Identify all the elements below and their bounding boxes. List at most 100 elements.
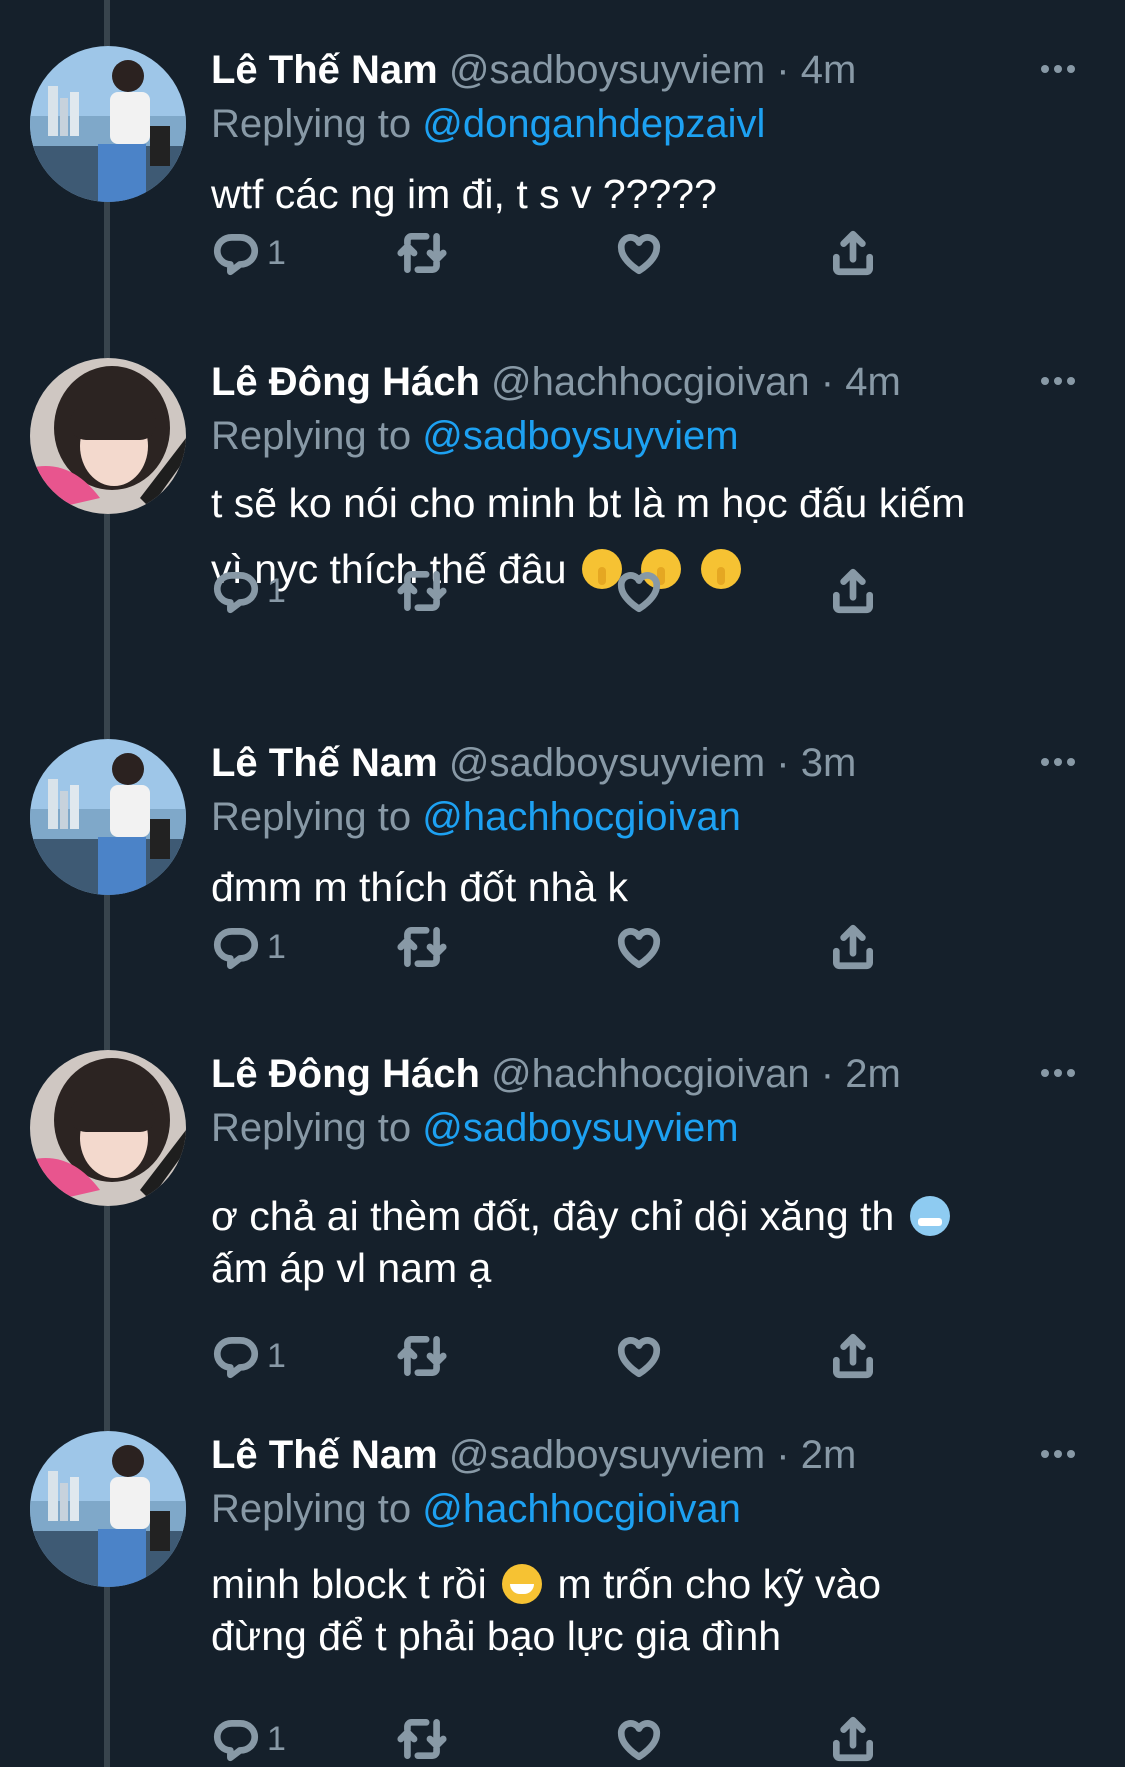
more-options-icon[interactable] bbox=[1041, 1064, 1085, 1084]
more-options-icon[interactable] bbox=[1041, 60, 1085, 80]
separator-dot: · bbox=[820, 1052, 835, 1096]
tweet-text-line: ấm áp vl nam ạ bbox=[211, 1245, 492, 1291]
mention-link[interactable]: @donganhdepzaivl bbox=[422, 102, 765, 146]
retweet-button[interactable] bbox=[397, 563, 447, 619]
share-icon bbox=[828, 1714, 878, 1764]
user-handle[interactable]: @hachhocgioivan bbox=[491, 360, 810, 404]
retweet-icon bbox=[397, 922, 447, 972]
share-icon bbox=[828, 566, 878, 616]
tweet[interactable]: Lê Thế Nam @sadboysuyviem · 4m Replying … bbox=[0, 46, 1125, 336]
reply-count: 1 bbox=[267, 1719, 286, 1758]
user-handle[interactable]: @sadboysuyviem bbox=[449, 48, 765, 92]
tweet-text: ơ chả ai thèm đốt, đây chỉ dội xăng th ấ… bbox=[211, 1188, 1051, 1296]
share-button[interactable] bbox=[828, 919, 878, 975]
mention-link[interactable]: @hachhocgioivan bbox=[422, 795, 741, 839]
tweet-text-line: t sẽ ko nói cho minh bt là m học đấu kiế… bbox=[211, 480, 966, 526]
tweet-text-line: đmm m thích đốt nhà k bbox=[211, 864, 629, 910]
reply-icon bbox=[211, 566, 261, 616]
timestamp[interactable]: 2m bbox=[845, 1052, 901, 1096]
retweet-icon bbox=[397, 1714, 447, 1764]
retweet-button[interactable] bbox=[397, 225, 447, 281]
retweet-icon bbox=[397, 1331, 447, 1381]
avatar[interactable] bbox=[30, 1050, 186, 1206]
heart-icon bbox=[614, 228, 664, 278]
replying-to: Replying to @hachhocgioivan bbox=[211, 1485, 741, 1533]
separator-dot: · bbox=[776, 741, 790, 785]
avatar[interactable] bbox=[30, 739, 186, 895]
tweet-actions: 1 bbox=[211, 225, 861, 281]
like-button[interactable] bbox=[614, 1328, 664, 1384]
heart-icon bbox=[614, 1331, 664, 1381]
like-button[interactable] bbox=[614, 563, 664, 619]
share-button[interactable] bbox=[828, 1711, 878, 1767]
user-handle[interactable]: @hachhocgioivan bbox=[491, 1052, 810, 1096]
replying-to: Replying to @hachhocgioivan bbox=[211, 793, 741, 841]
display-name[interactable]: Lê Đông Hách bbox=[211, 1052, 480, 1096]
more-options-icon[interactable] bbox=[1041, 372, 1085, 392]
tweet-text-line: ơ chả ai thèm đốt, đây chỉ dội xăng th bbox=[211, 1193, 895, 1239]
timestamp[interactable]: 3m bbox=[801, 741, 857, 785]
share-button[interactable] bbox=[828, 225, 878, 281]
tweet-text-line: wtf các ng im đi, t s v ????? bbox=[211, 171, 717, 217]
replying-label: Replying to bbox=[211, 102, 412, 146]
tweet[interactable]: Lê Thế Nam @sadboysuyviem · 2m Replying … bbox=[0, 1431, 1125, 1767]
heart-icon bbox=[614, 922, 664, 972]
tweet-actions: 1 bbox=[211, 1711, 861, 1767]
avatar[interactable] bbox=[30, 358, 186, 514]
share-button[interactable] bbox=[828, 563, 878, 619]
like-button[interactable] bbox=[614, 919, 664, 975]
like-button[interactable] bbox=[614, 1711, 664, 1767]
reply-count: 1 bbox=[267, 927, 286, 966]
mention-link[interactable]: @hachhocgioivan bbox=[422, 1487, 741, 1531]
tweet-text-line: đừng để t phải bạo lực gia đình bbox=[211, 1613, 782, 1659]
tweet-text-line: m trốn cho kỹ vào bbox=[557, 1561, 882, 1607]
tweet[interactable]: Lê Đông Hách @hachhocgioivan · 4m Replyi… bbox=[0, 358, 1125, 688]
reply-button[interactable]: 1 bbox=[211, 1711, 286, 1767]
replying-label: Replying to bbox=[211, 414, 412, 458]
reply-count: 1 bbox=[267, 571, 286, 610]
mention-link[interactable]: @sadboysuyviem bbox=[422, 414, 738, 458]
replying-label: Replying to bbox=[211, 795, 412, 839]
tweet-text: wtf các ng im đi, t s v ????? bbox=[211, 166, 1051, 222]
reply-count: 1 bbox=[267, 1336, 286, 1375]
share-button[interactable] bbox=[828, 1328, 878, 1384]
retweet-button[interactable] bbox=[397, 919, 447, 975]
reply-button[interactable]: 1 bbox=[211, 225, 286, 281]
avatar[interactable] bbox=[30, 46, 186, 202]
share-icon bbox=[828, 1331, 878, 1381]
reply-button[interactable]: 1 bbox=[211, 1328, 286, 1384]
separator-dot: · bbox=[820, 360, 835, 404]
tweet-actions: 1 bbox=[211, 563, 861, 619]
retweet-button[interactable] bbox=[397, 1711, 447, 1767]
replying-to: Replying to @sadboysuyviem bbox=[211, 412, 739, 460]
reply-icon bbox=[211, 1331, 261, 1381]
timestamp[interactable]: 4m bbox=[801, 48, 857, 92]
display-name[interactable]: Lê Đông Hách bbox=[211, 360, 480, 404]
tweet[interactable]: Lê Đông Hách @hachhocgioivan · 2m Replyi… bbox=[0, 1050, 1125, 1380]
timestamp[interactable]: 2m bbox=[801, 1433, 857, 1477]
share-icon bbox=[828, 228, 878, 278]
user-handle[interactable]: @sadboysuyviem bbox=[449, 1433, 765, 1477]
avatar[interactable] bbox=[30, 1431, 186, 1587]
display-name[interactable]: Lê Thế Nam bbox=[211, 741, 438, 785]
retweet-button[interactable] bbox=[397, 1328, 447, 1384]
display-name[interactable]: Lê Thế Nam bbox=[211, 1433, 438, 1477]
timestamp[interactable]: 4m bbox=[845, 360, 901, 404]
tweet-text: đmm m thích đốt nhà k bbox=[211, 859, 1051, 915]
reply-icon bbox=[211, 922, 261, 972]
display-name[interactable]: Lê Thế Nam bbox=[211, 48, 438, 92]
separator-dot: · bbox=[776, 48, 790, 92]
reply-button[interactable]: 1 bbox=[211, 563, 286, 619]
tweet-actions: 1 bbox=[211, 1328, 861, 1384]
reply-button[interactable]: 1 bbox=[211, 919, 286, 975]
tweet[interactable]: Lê Thế Nam @sadboysuyviem · 3m Replying … bbox=[0, 739, 1125, 1029]
replying-label: Replying to bbox=[211, 1106, 412, 1150]
like-button[interactable] bbox=[614, 225, 664, 281]
user-handle[interactable]: @sadboysuyviem bbox=[449, 741, 765, 785]
separator-dot: · bbox=[776, 1433, 790, 1477]
more-options-icon[interactable] bbox=[1041, 753, 1085, 773]
more-options-icon[interactable] bbox=[1041, 1445, 1085, 1465]
heart-icon bbox=[614, 566, 664, 616]
mention-link[interactable]: @sadboysuyviem bbox=[422, 1106, 738, 1150]
replying-label: Replying to bbox=[211, 1487, 412, 1531]
